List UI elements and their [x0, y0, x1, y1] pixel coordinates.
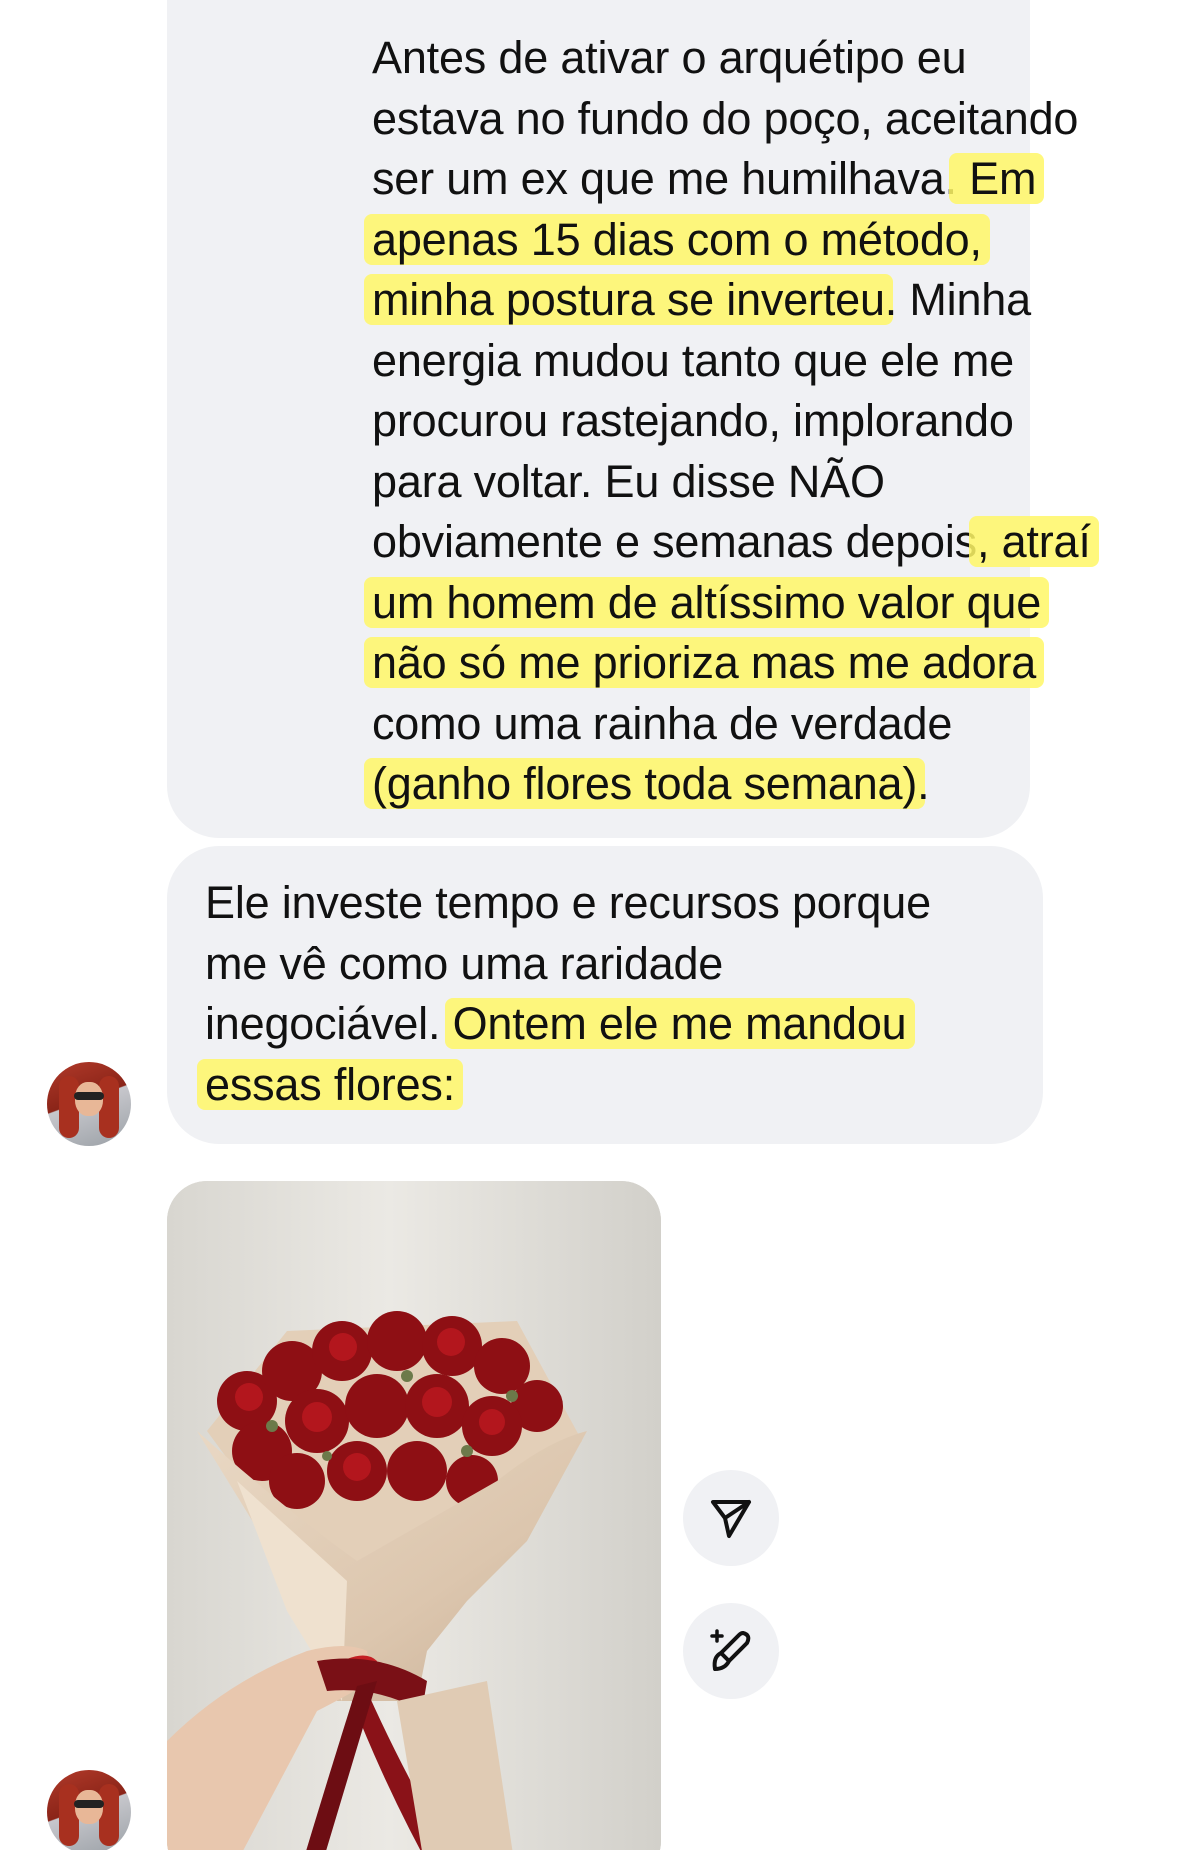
- message-line: ser um ex que me humilhava. Em: [372, 149, 1179, 210]
- message-line: energia mudou tanto que ele me: [372, 331, 1179, 392]
- avatar-glasses: [74, 1092, 104, 1100]
- highlighted-text: essas flores:: [197, 1058, 463, 1110]
- sender-avatar[interactable]: [47, 1770, 131, 1850]
- photo-attachment-roses[interactable]: [167, 1181, 661, 1850]
- message-line: Ele investe tempo e recursos porque: [205, 873, 1035, 934]
- message-line: minha postura se inverteu. Minha: [364, 270, 1179, 331]
- text-segment: me vê como uma raridade: [205, 937, 724, 989]
- share-button[interactable]: [683, 1470, 779, 1566]
- magic-brush-icon: [710, 1629, 751, 1671]
- text-segment: Antes de ativar o arquétipo eu: [372, 32, 967, 83]
- restyle-button[interactable]: [683, 1603, 779, 1699]
- highlighted-text: apenas 15 dias com o método,: [364, 213, 990, 265]
- highlighted-text: minha postura se inverteu: [364, 274, 893, 325]
- text-segment: . Minha: [884, 274, 1031, 325]
- text-segment: energia mudou tanto que ele me: [372, 334, 1014, 386]
- message-line: como uma rainha de verdade: [372, 694, 1179, 755]
- message-text-2: Ele investe tempo e recursos porque me v…: [197, 873, 1035, 1116]
- text-segment: .: [917, 758, 930, 809]
- message-line: estava no fundo do poço, aceitando: [372, 89, 1179, 150]
- text-segment: procurou rastejando, implorando: [372, 395, 1014, 446]
- message-text-1: Antes de ativar o arquétipo eu estava no…: [364, 28, 1179, 815]
- text-segment: Ele investe tempo e recursos porque: [205, 877, 931, 928]
- message-line: Antes de ativar o arquétipo eu: [372, 28, 1179, 89]
- avatar-hair: [99, 1784, 119, 1846]
- highlighted-text: não só me prioriza mas me adora: [364, 637, 1045, 688]
- text-segment: obviamente e semanas depois: [372, 516, 977, 567]
- send-icon: [711, 1500, 751, 1538]
- message-bubble-1[interactable]: Antes de ativar o arquétipo eu estava no…: [167, 0, 1099, 838]
- message-line: procurou rastejando, implorando: [372, 391, 1179, 452]
- message-line: me vê como uma raridade: [205, 934, 1035, 995]
- message-line: essas flores:: [197, 1055, 1035, 1116]
- text-segment: como uma rainha de verdade: [372, 697, 953, 749]
- message-line: apenas 15 dias com o método,: [364, 210, 1179, 271]
- text-segment: ser um ex que me humilhava.: [372, 153, 957, 204]
- highlighted-text: um homem de altíssimo valor que: [364, 576, 1050, 628]
- highlighted-text: (ganho flores toda semana): [364, 758, 926, 809]
- highlighted-text: Ontem ele me mandou: [444, 998, 915, 1049]
- text-segment: estava no fundo do poço, aceitando: [372, 92, 1079, 144]
- roses-bouquet-image: [167, 1181, 661, 1850]
- message-line: obviamente e semanas depois, atraí: [372, 512, 1179, 573]
- avatar-glasses: [74, 1800, 104, 1808]
- message-line: não só me prioriza mas me adora: [364, 633, 1179, 694]
- avatar-hair: [99, 1076, 119, 1138]
- highlighted-text: Em: [948, 153, 1045, 204]
- message-line: para voltar. Eu disse NÃO: [372, 452, 1179, 513]
- text-segment: para voltar. Eu disse NÃO: [372, 455, 885, 507]
- message-bubble-2[interactable]: Ele investe tempo e recursos porque me v…: [167, 846, 1043, 1144]
- message-line: um homem de altíssimo valor que: [364, 573, 1179, 634]
- text-segment: inegociável.: [205, 998, 453, 1049]
- highlighted-text: , atraí: [968, 516, 1099, 567]
- sender-avatar[interactable]: [47, 1062, 131, 1146]
- message-line: (ganho flores toda semana).: [364, 754, 1179, 815]
- message-line: inegociável. Ontem ele me mandou: [205, 994, 1035, 1055]
